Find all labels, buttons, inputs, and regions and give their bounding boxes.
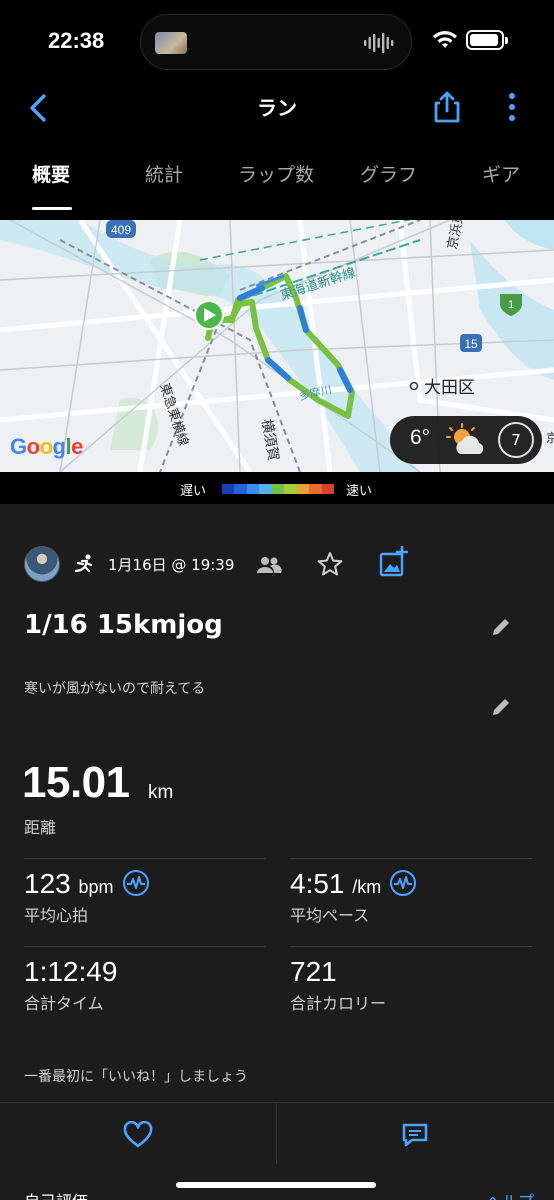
divider bbox=[24, 858, 266, 859]
weather-temp: 6° bbox=[410, 426, 431, 449]
route-15-label: 15 bbox=[464, 337, 478, 351]
activity-meta: 1月16日 @ 19:39 bbox=[24, 546, 534, 586]
legend-fast-label: 速い bbox=[346, 484, 373, 499]
activity-note: 寒いが風がないので耐えてる bbox=[24, 681, 206, 697]
pace-label: 平均ペース bbox=[290, 906, 370, 925]
home-indicator[interactable] bbox=[176, 1182, 376, 1188]
tab-laps[interactable]: ラップ数 bbox=[238, 160, 314, 187]
wind-speed: 7 bbox=[498, 422, 534, 458]
pace-legend: 遅い 速い bbox=[0, 474, 554, 504]
active-tab-indicator bbox=[32, 207, 72, 210]
calories-value: 721 bbox=[290, 956, 337, 987]
yokosuka-label: 横須賀 bbox=[258, 418, 281, 462]
total-time-value: 1:12:49 bbox=[24, 956, 118, 987]
heart-rate-pulse-icon[interactable] bbox=[122, 869, 150, 897]
calories-label: 合計カロリー bbox=[290, 994, 387, 1013]
status-time: 22:38 bbox=[48, 28, 105, 53]
wifi-icon bbox=[433, 31, 457, 48]
pace-value: 4:51 bbox=[290, 868, 345, 899]
tab-overview[interactable]: 概要 bbox=[32, 160, 70, 187]
help-link[interactable]: ヘルプ bbox=[486, 1188, 534, 1200]
divider bbox=[290, 946, 532, 947]
ota-label: 大田区 bbox=[424, 378, 475, 398]
route-map[interactable]: 409 15 1 東海道新幹線 多摩川 大田区 京浜東北線 東急東横線 横須賀 … bbox=[0, 220, 554, 472]
star-icon[interactable] bbox=[316, 550, 344, 578]
stat-calories: 721 合計カロリー bbox=[290, 956, 386, 1014]
pace-unit: /km bbox=[352, 877, 382, 897]
stat-heart-rate[interactable]: 123 bpm 平均心拍 bbox=[24, 868, 150, 926]
heart-rate-value: 123 bbox=[24, 868, 71, 899]
keihin-label: 京浜東北線 bbox=[444, 220, 473, 251]
divider bbox=[24, 946, 266, 947]
legend-color-swatch bbox=[222, 484, 235, 494]
comment-icon[interactable] bbox=[400, 1121, 430, 1149]
share-icon[interactable] bbox=[432, 90, 462, 124]
nav-bar: ラン bbox=[0, 86, 554, 130]
self-evaluation-header: 自己評価 bbox=[24, 1188, 88, 1200]
distance-unit: km bbox=[148, 782, 174, 803]
legend-color-bar bbox=[222, 484, 334, 494]
like-heart-icon[interactable] bbox=[122, 1121, 154, 1149]
people-icon[interactable] bbox=[256, 554, 282, 576]
audio-wave-icon bbox=[364, 33, 394, 53]
more-menu-icon[interactable] bbox=[502, 90, 522, 124]
partly-cloudy-icon bbox=[446, 423, 484, 454]
divider bbox=[276, 1103, 277, 1165]
legend-color-swatch bbox=[259, 484, 272, 494]
heart-rate-unit: bpm bbox=[78, 877, 114, 897]
like-prompt: 一番最初に「いいね！」しましょう bbox=[24, 1069, 248, 1085]
media-thumbnail bbox=[155, 32, 187, 54]
legend-color-swatch bbox=[284, 484, 297, 494]
stat-total-time: 1:12:49 合計タイム bbox=[24, 956, 117, 1014]
activity-date: 1月16日 @ 19:39 bbox=[108, 556, 235, 574]
edge-label: 京 bbox=[546, 431, 554, 445]
page-title: ラン bbox=[257, 96, 297, 120]
legend-color-swatch bbox=[309, 484, 322, 494]
legend-color-swatch bbox=[296, 484, 310, 494]
avatar[interactable] bbox=[24, 546, 60, 582]
add-photo-icon[interactable] bbox=[378, 546, 408, 578]
distance-value: 15.01 bbox=[22, 758, 130, 807]
stat-pace[interactable]: 4:51 /km 平均ペース bbox=[290, 868, 417, 926]
weather-badge: 6° 7 bbox=[390, 416, 542, 464]
activity-summary: 1月16日 @ 19:39 1/16 15kmjog 寒いが風がないので耐えてる… bbox=[0, 504, 554, 1104]
tab-stats[interactable]: 統計 bbox=[145, 160, 183, 187]
route-1-label: 1 bbox=[508, 299, 514, 311]
legend-color-swatch bbox=[321, 484, 334, 494]
tab-bar: 概要 統計 ラップ数 グラフ ギア bbox=[0, 150, 554, 214]
distance-label: 距離 bbox=[24, 818, 57, 837]
tab-graph[interactable]: グラフ bbox=[360, 160, 417, 187]
tab-gear[interactable]: ギア bbox=[482, 160, 520, 187]
pace-pulse-icon[interactable] bbox=[389, 869, 417, 897]
battery-icon bbox=[466, 30, 508, 50]
legend-color-swatch bbox=[234, 484, 247, 494]
divider bbox=[290, 858, 532, 859]
dynamic-island[interactable] bbox=[140, 14, 412, 70]
legend-slow-label: 遅い bbox=[180, 484, 207, 499]
edit-note-pencil-icon[interactable] bbox=[490, 696, 512, 718]
action-bar bbox=[0, 1102, 554, 1165]
total-time-label: 合計タイム bbox=[24, 994, 104, 1013]
status-bar: 22:38 bbox=[0, 0, 554, 88]
toyoko-label: 東急東横線 bbox=[156, 381, 191, 448]
route-409-label: 409 bbox=[111, 223, 131, 237]
heart-rate-label: 平均心拍 bbox=[24, 906, 89, 925]
running-icon bbox=[74, 554, 93, 573]
google-logo: Google bbox=[10, 434, 83, 459]
legend-color-swatch bbox=[246, 484, 260, 494]
edit-title-pencil-icon[interactable] bbox=[490, 616, 512, 638]
legend-color-swatch bbox=[271, 484, 285, 494]
activity-title: 1/16 15kmjog bbox=[24, 610, 223, 640]
